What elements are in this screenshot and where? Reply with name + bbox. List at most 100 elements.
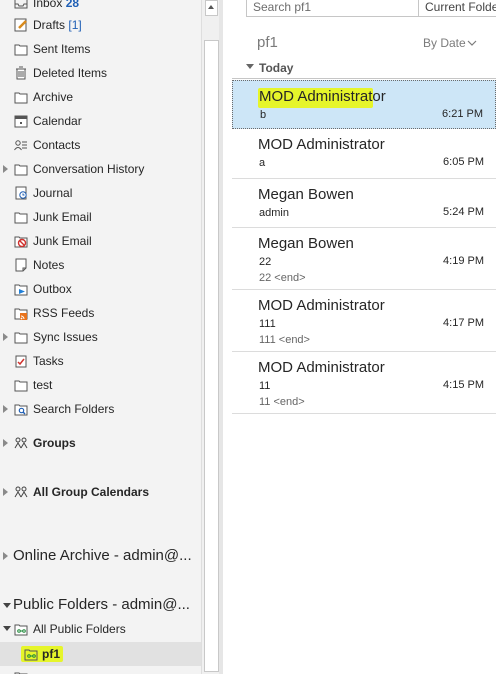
folder-item-contacts[interactable]: Contacts <box>0 134 201 156</box>
outbox-icon <box>14 284 28 296</box>
message-item[interactable]: MOD Administrator 111 111 <end> 4:17 PM <box>232 290 496 352</box>
message-subject: admin <box>259 207 289 219</box>
tasks-icon <box>15 355 27 368</box>
chevron-down-icon[interactable] <box>467 40 477 46</box>
folder-item-tasks[interactable]: Tasks <box>0 350 201 372</box>
scroll-thumb[interactable] <box>204 40 219 672</box>
online-archive-node[interactable]: Online Archive - admin@... <box>0 543 201 569</box>
junk-icon <box>14 236 28 248</box>
search-folder-icon <box>14 404 28 416</box>
message-sender: MOD Administrator <box>258 297 385 314</box>
folder-icon <box>14 672 28 674</box>
folder-item-sent-items[interactable]: Sent Items <box>0 38 201 60</box>
message-item[interactable]: MOD Administrator b 6:21 PM <box>232 80 496 129</box>
expand-caret-icon[interactable] <box>3 552 8 560</box>
folder-item-all-public-folders[interactable]: All Public Folders <box>0 618 201 640</box>
collapse-caret-icon[interactable] <box>3 603 11 608</box>
public-folders-node[interactable]: Public Folders - admin@... <box>0 592 201 618</box>
journal-icon <box>15 186 27 200</box>
message-subject: 111 <box>259 318 276 330</box>
folder-item-test[interactable]: test <box>0 374 201 396</box>
folder-item-junk-email-2[interactable]: Junk Email <box>0 230 201 252</box>
search-scope-dropdown[interactable]: Current Folder <box>418 0 496 17</box>
folder-item-archive[interactable]: Archive <box>0 86 201 108</box>
folder-item-junk-email[interactable]: Junk Email <box>0 206 201 228</box>
folder-label: Sync Issues <box>33 330 98 344</box>
folder-label: Tasks <box>33 354 64 368</box>
folder-item-drafts[interactable]: Drafts [1] <box>0 14 201 36</box>
public-folders-label: Public Folders - admin@... <box>13 596 190 613</box>
folder-label: Junk Email <box>33 210 92 224</box>
folder-item-pf1[interactable]: pf1 <box>0 642 201 666</box>
expand-caret-icon[interactable] <box>3 333 8 341</box>
folder-icon <box>14 380 28 392</box>
folder-item-journal[interactable]: Journal <box>0 182 201 204</box>
folder-label: Deleted Items <box>33 66 108 80</box>
calendar-icon <box>14 115 28 128</box>
message-time: 6:05 PM <box>443 156 484 168</box>
group-calendars-node[interactable]: All Group Calendars <box>0 481 201 503</box>
unread-count: 28 <box>65 0 80 10</box>
groups-icon <box>14 486 28 498</box>
message-item[interactable]: MOD Administrator a 6:05 PM <box>232 129 496 179</box>
folder-item-calendar[interactable]: Calendar <box>0 110 201 132</box>
expand-caret-icon[interactable] <box>3 165 8 173</box>
folder-label: Conversation History <box>33 162 145 176</box>
group-header-today[interactable]: Today <box>232 56 496 79</box>
folder-title: pf1 <box>257 34 278 51</box>
folder-item-conversation-history[interactable]: Conversation History <box>0 158 201 180</box>
folder-item-rss-feeds[interactable]: RSS Feeds <box>0 302 201 324</box>
message-time: 4:19 PM <box>443 255 484 267</box>
folder-label: test <box>33 378 53 392</box>
expand-caret-icon[interactable] <box>3 405 8 413</box>
folder-icon <box>14 212 28 224</box>
rss-icon <box>14 308 28 320</box>
online-archive-label: Online Archive - admin@... <box>13 547 192 564</box>
collapse-caret-icon[interactable] <box>3 626 11 631</box>
message-sender: Megan Bowen <box>258 235 354 252</box>
folder-item-search-folders[interactable]: Search Folders <box>0 398 201 420</box>
message-item[interactable]: Megan Bowen admin 5:24 PM <box>232 179 496 228</box>
message-time: 4:17 PM <box>443 317 484 329</box>
search-placeholder: Search pf1 <box>253 0 312 14</box>
message-preview: 11 <end> <box>259 396 305 408</box>
folder-label: pf1 <box>42 647 60 661</box>
scroll-up-arrow-icon[interactable] <box>205 0 218 16</box>
folder-item-outbox[interactable]: Outbox <box>0 278 201 300</box>
groups-node[interactable]: Groups <box>0 432 201 454</box>
search-scope-label: Current Folder <box>425 0 496 14</box>
folder-scrollbar[interactable] <box>201 0 219 674</box>
collapse-caret-icon[interactable] <box>246 64 254 69</box>
folder-pane: Inbox 28 Drafts [1] Sent Items Deleted I… <box>0 0 201 674</box>
group-calendars-label: All Group Calendars <box>33 485 150 499</box>
message-time: 5:24 PM <box>443 206 484 218</box>
message-item[interactable]: Megan Bowen 22 22 <end> 4:19 PM <box>232 228 496 290</box>
message-subject: 11 <box>259 380 271 392</box>
message-list-pane: Search pf1 Current Folder pf1 By Date To… <box>223 0 496 674</box>
message-subject: a <box>259 157 266 169</box>
message-item[interactable]: MOD Administrator 11 11 <end> 4:15 PM <box>232 352 496 414</box>
folder-item-notes[interactable]: Notes <box>0 254 201 276</box>
folder-item-partial[interactable] <box>0 666 201 674</box>
message-preview: 111 <end> <box>259 334 310 346</box>
public-folder-icon <box>24 649 38 661</box>
folder-icon <box>14 92 28 104</box>
expand-caret-icon[interactable] <box>3 488 8 496</box>
folder-label: RSS Feeds <box>33 306 95 320</box>
sort-by-button[interactable]: By Date <box>423 36 466 50</box>
search-input[interactable]: Search pf1 <box>246 0 439 17</box>
folder-label: Inbox <box>33 0 63 10</box>
message-subject: 22 <box>259 256 272 268</box>
draft-count: [1] <box>68 18 82 32</box>
message-sender: MOD Administrator <box>258 359 385 376</box>
folder-label: Sent Items <box>33 42 91 56</box>
expand-caret-icon[interactable] <box>3 439 8 447</box>
groups-label: Groups <box>33 436 76 450</box>
folder-item-deleted-items[interactable]: Deleted Items <box>0 62 201 84</box>
folder-item-sync-issues[interactable]: Sync Issues <box>0 326 201 348</box>
folder-label: All Public Folders <box>33 622 126 636</box>
message-sender: Megan Bowen <box>258 186 354 203</box>
drafts-icon <box>14 18 27 32</box>
folder-label: Contacts <box>33 138 81 152</box>
folder-item-inbox[interactable]: Inbox 28 <box>0 0 201 14</box>
